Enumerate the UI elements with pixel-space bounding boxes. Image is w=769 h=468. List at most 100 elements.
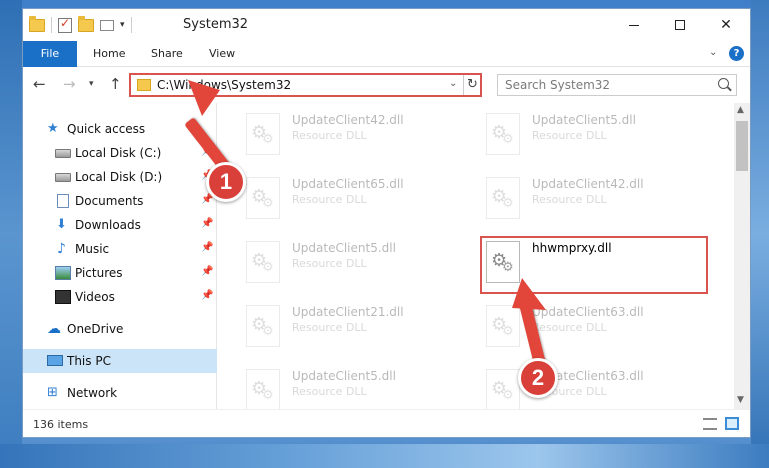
tab-share[interactable]: Share — [139, 41, 195, 67]
navigation-pane: ★ Quick access Local Disk (C:) 📌 Local D… — [23, 103, 217, 409]
desktop-background-right — [751, 0, 769, 468]
toolbar-divider — [130, 17, 132, 33]
folder-icon[interactable] — [29, 15, 45, 32]
file-type: Resource DLL — [532, 193, 607, 206]
minimize-button[interactable] — [611, 9, 657, 41]
sidebar-item-pictures[interactable]: Pictures 📌 — [23, 261, 217, 285]
file-item[interactable]: UpdateClient65.dll Resource DLL — [240, 173, 470, 223]
ribbon-tabs: File Home Share View ⌄ ? — [23, 41, 750, 67]
address-dropdown-icon[interactable]: ⌄ — [449, 78, 457, 89]
up-arrow-icon[interactable]: ↑ — [109, 75, 122, 93]
sidebar-item-music[interactable]: ♪ Music 📌 — [23, 237, 217, 261]
maximize-button[interactable] — [657, 9, 703, 41]
sidebar-item-label: OneDrive — [67, 322, 124, 336]
folder-icon — [137, 79, 151, 91]
file-item[interactable]: UpdateClient5.dll Resource DLL — [240, 365, 470, 409]
file-item[interactable]: UpdateClient42.dll Resource DLL — [240, 109, 470, 159]
scrollbar-thumb[interactable] — [736, 121, 748, 171]
sidebar-item-downloads[interactable]: ⬇ Downloads 📌 — [23, 213, 217, 237]
file-type: Resource DLL — [292, 321, 367, 334]
dll-file-icon — [246, 113, 280, 155]
sidebar-item-label: Pictures — [75, 266, 123, 280]
sidebar-item-network[interactable]: ⊞ Network — [23, 381, 217, 405]
file-type: Resource DLL — [532, 321, 607, 334]
tab-view[interactable]: View — [197, 41, 247, 67]
recent-locations-icon[interactable]: ▾ — [89, 79, 94, 89]
file-type: Resource DLL — [532, 129, 607, 142]
sidebar-item-label: Music — [75, 242, 110, 256]
sidebar-item-label: Quick access — [67, 122, 146, 136]
quick-access-toolbar: ▾ — [29, 15, 132, 33]
close-button[interactable]: ✕ — [703, 9, 749, 41]
scroll-up-icon[interactable]: ▲ — [737, 105, 744, 115]
back-arrow-icon[interactable]: ← — [33, 75, 46, 93]
toolbar-dropdown-icon[interactable]: ▾ — [120, 20, 125, 30]
file-item[interactable]: UpdateClient63.dll Resource DLL — [480, 365, 710, 409]
star-icon: ★ — [47, 121, 59, 136]
address-path[interactable]: C:\Windows\System32 — [157, 78, 291, 92]
file-name: UpdateClient5.dll — [532, 113, 636, 127]
pin-icon[interactable]: 📌 — [201, 290, 213, 301]
file-list: UpdateClient42.dll Resource DLL UpdateCl… — [218, 103, 734, 409]
step-2-badge: 2 — [518, 358, 558, 398]
file-explorer-window: ▾ System32 ✕ File Home Share View ⌄ ? ← … — [22, 8, 751, 438]
file-name: UpdateClient21.dll — [292, 305, 404, 319]
sidebar-item-local-disk-d[interactable]: Local Disk (D:) 📌 — [23, 165, 217, 189]
toolbar-divider — [51, 17, 52, 33]
tab-file[interactable]: File — [23, 41, 77, 67]
details-view-icon[interactable] — [703, 418, 717, 430]
new-folder-icon[interactable] — [78, 15, 94, 32]
close-icon: ✕ — [720, 17, 732, 33]
annotation-arrowhead-1 — [188, 80, 220, 116]
onedrive-icon: ☁ — [47, 321, 61, 337]
forward-arrow-icon[interactable]: → — [63, 75, 76, 93]
sidebar-item-videos[interactable]: Videos 📌 — [23, 285, 217, 309]
search-placeholder: Search System32 — [505, 78, 611, 92]
file-item[interactable]: UpdateClient42.dll Resource DLL — [480, 173, 710, 223]
file-type: Resource DLL — [292, 257, 367, 270]
disk-icon — [55, 149, 71, 158]
file-item[interactable]: UpdateClient21.dll Resource DLL — [240, 301, 470, 351]
help-icon[interactable]: ? — [729, 46, 744, 61]
tab-home[interactable]: Home — [81, 41, 137, 67]
properties-icon[interactable] — [58, 16, 72, 33]
document-icon — [57, 194, 69, 208]
file-item[interactable]: UpdateClient5.dll Resource DLL — [240, 237, 470, 287]
file-name: UpdateClient42.dll — [292, 113, 404, 127]
sidebar-item-label: This PC — [67, 354, 111, 368]
sidebar-item-local-disk-c[interactable]: Local Disk (C:) 📌 — [23, 141, 217, 165]
sidebar-item-label: Local Disk (D:) — [75, 170, 163, 184]
desktop-background-left — [0, 0, 22, 468]
videos-icon — [55, 290, 71, 304]
sidebar-item-documents[interactable]: Documents 📌 — [23, 189, 217, 213]
title-bar: ▾ System32 ✕ — [23, 9, 750, 41]
navigation-bar: ← → ▾ ↑ C:\Windows\System32 ⌄ ↻ Search S… — [23, 67, 750, 103]
pin-icon[interactable]: 📌 — [201, 218, 213, 229]
pin-icon[interactable]: 📌 — [201, 266, 213, 277]
scroll-down-icon[interactable]: ▼ — [737, 395, 744, 405]
pin-icon[interactable]: 📌 — [201, 242, 213, 253]
dll-file-icon — [486, 369, 520, 409]
dll-file-icon — [486, 113, 520, 155]
desktop-background-bottom — [0, 444, 769, 468]
expand-ribbon-icon[interactable]: ⌄ — [709, 47, 717, 58]
refresh-icon[interactable]: ↻ — [463, 75, 481, 95]
sidebar-item-label: Videos — [75, 290, 115, 304]
vertical-scrollbar[interactable]: ▲ ▼ — [734, 103, 750, 409]
dll-file-icon — [486, 177, 520, 219]
large-icons-view-icon[interactable] — [725, 417, 739, 430]
customize-toolbar-icon[interactable] — [100, 19, 114, 31]
dll-file-icon — [246, 305, 280, 347]
sidebar-item-label: Documents — [75, 194, 144, 208]
disk-icon — [55, 173, 71, 182]
file-item[interactable]: UpdateClient5.dll Resource DLL — [480, 109, 710, 159]
sidebar-item-onedrive[interactable]: ☁ OneDrive — [23, 317, 217, 341]
search-input[interactable]: Search System32 — [497, 74, 737, 96]
sidebar-item-this-pc[interactable]: This PC — [23, 349, 217, 373]
sidebar-item-label: Network — [67, 386, 118, 400]
network-icon: ⊞ — [47, 385, 58, 400]
step-1-badge: 1 — [206, 162, 246, 202]
item-count: 136 items — [33, 418, 89, 431]
file-name: UpdateClient5.dll — [292, 241, 396, 255]
dll-file-icon — [246, 241, 280, 283]
